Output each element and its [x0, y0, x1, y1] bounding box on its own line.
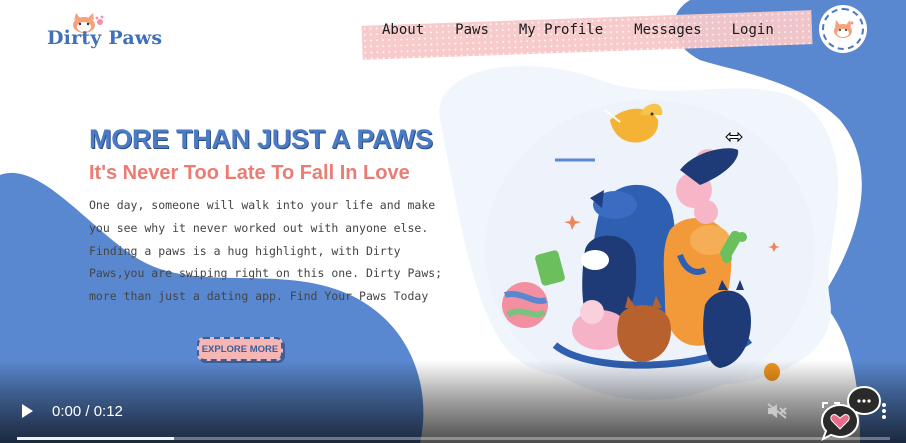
resize-cursor-icon — [725, 131, 743, 143]
hero-description: One day, someone will walk into your lif… — [89, 196, 449, 310]
pets-illustration — [502, 103, 780, 381]
explore-more-button[interactable]: EXPLORE MORE — [197, 337, 283, 361]
landing-page: Dirty Paws About Paws My Profile Message… — [0, 0, 906, 443]
play-icon[interactable] — [18, 402, 36, 420]
food-pack-icon — [535, 250, 565, 286]
hero-subtitle: It's Never Too Late To Fall In Love — [89, 162, 410, 184]
hero-title: MORE THAN JUST A PAWS — [89, 124, 433, 154]
heart-icon[interactable] — [820, 403, 860, 441]
ball-icon — [502, 282, 548, 328]
nav-messages[interactable]: Messages — [634, 22, 701, 38]
hero-line: you see why it never worked out with any… — [89, 220, 429, 235]
nav-my-profile[interactable]: My Profile — [519, 22, 603, 38]
muted-speaker-icon[interactable] — [766, 402, 788, 420]
brand-name: Dirty Paws — [47, 27, 163, 49]
video-time: 0:00 / 0:12 — [52, 403, 123, 420]
nav-login[interactable]: Login — [732, 22, 774, 38]
video-progress-bar[interactable] — [17, 437, 890, 440]
nav-paws[interactable]: Paws — [455, 22, 489, 38]
avatar[interactable] — [822, 8, 864, 50]
nav-about[interactable]: About — [382, 22, 424, 38]
video-progress-fill — [17, 437, 175, 440]
logo[interactable]: Dirty Paws — [44, 12, 164, 52]
cat-avatar-icon — [834, 20, 854, 38]
hero-line: Finding a paws is a hug highlight, with … — [89, 243, 401, 258]
hero-line: more than just a dating app. Find Your P… — [89, 289, 429, 304]
hero-line: Paws,you are swiping right on this one. … — [89, 266, 443, 281]
hero-line: One day, someone will walk into your lif… — [89, 198, 436, 212]
main-nav: About Paws My Profile Messages Login — [382, 22, 774, 38]
bird-icon — [604, 103, 663, 143]
